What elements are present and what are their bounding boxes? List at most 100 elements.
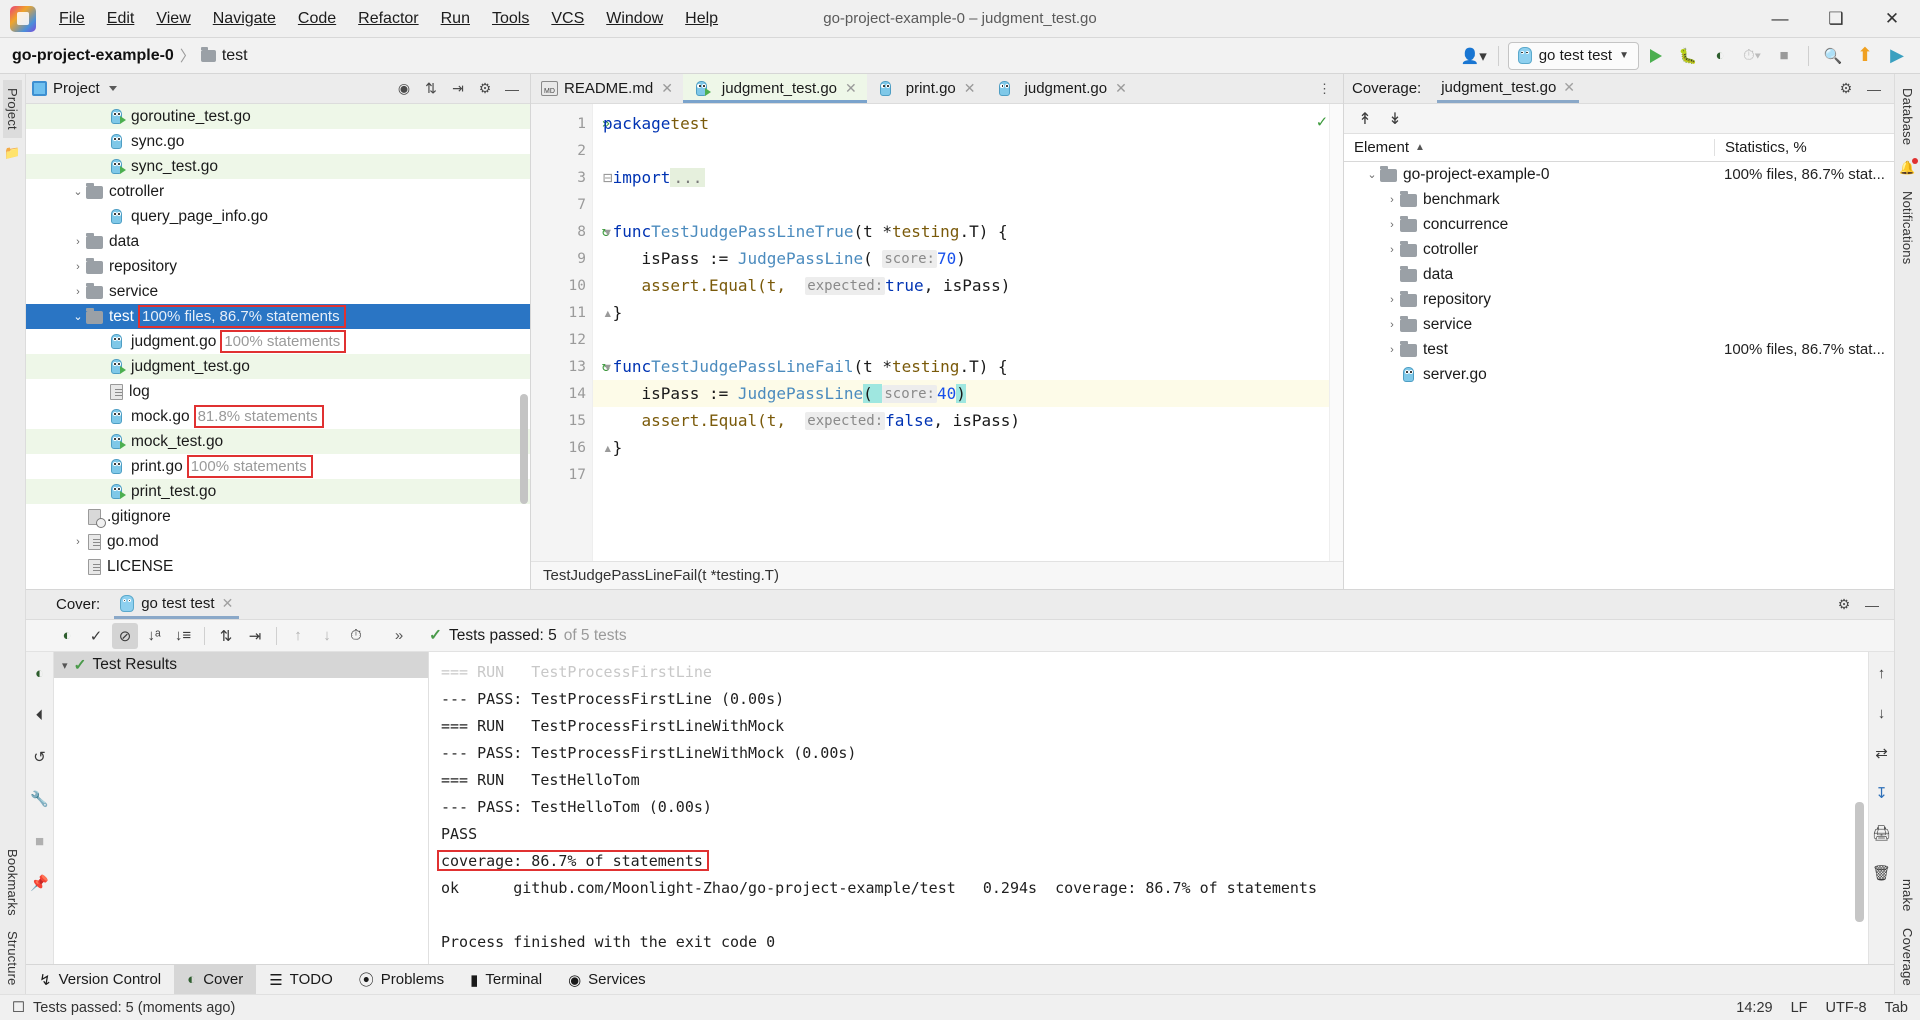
expand-all-icon[interactable]: ⇅ [213,623,239,649]
tool-tab-services[interactable]: ◉ Services [555,965,659,994]
tab-readme[interactable]: MD README.md ✕ [531,74,683,103]
fold-marker-icon[interactable]: ⊟ [603,168,613,187]
console-scrollbar[interactable] [1855,802,1864,922]
chevron-right-icon[interactable]: › [70,286,86,298]
gutter-line[interactable]: 2 [531,137,592,164]
close-icon[interactable]: ✕ [661,80,673,97]
tool-tab-cover[interactable]: ◐ Cover [174,965,257,994]
menu-vcs[interactable]: VCS [540,5,595,33]
coverage-tree-row[interactable]: › benchmark [1344,187,1894,212]
close-icon[interactable]: ✕ [222,595,234,612]
sidebar-tab-coverage[interactable]: Coverage [1898,920,1917,994]
menu-help[interactable]: Help [674,5,729,33]
menu-navigate[interactable]: Navigate [202,5,287,33]
soft-wrap-icon[interactable]: ⇄ [1869,740,1895,766]
status-encoding[interactable]: UTF-8 [1826,1000,1867,1016]
coverage-tree-row[interactable]: › concurrence [1344,212,1894,237]
close-icon[interactable]: ✕ [1563,79,1575,96]
coverage-tree-row[interactable]: › service [1344,312,1894,337]
project-tree-row[interactable]: query_page_info.go [26,204,530,229]
project-tree-row[interactable]: › go.mod [26,529,530,554]
chevron-down-icon[interactable]: ⌄ [70,310,86,323]
gutter-line[interactable]: 10 [531,272,592,299]
tool-tab-todo[interactable]: ☰ TODO [256,965,346,994]
show-passed-icon[interactable]: ✓ [83,623,109,649]
menu-bar[interactable]: File Edit View Navigate Code Refactor Ru… [48,5,729,33]
chevron-down-icon[interactable]: ⌄ [1364,168,1380,181]
project-tree-row[interactable]: print_test.go [26,479,530,504]
editor-gutter[interactable]: 1» 2 3 7 8 ↻ 9 10 11 12 13 ↻ 14 15 16 17 [531,104,610,561]
history-icon[interactable]: ⏱ [343,623,369,649]
close-icon[interactable]: ✕ [964,80,976,97]
gutter-line[interactable]: 8 ↻ [531,218,610,245]
breadcrumb-project[interactable]: go-project-example-0 [12,47,174,65]
project-tree[interactable]: goroutine_test.go sync.go sync_test.go ⌄ cot… [26,104,530,589]
account-icon[interactable]: 👤▾ [1459,42,1489,70]
sidebar-tab-notifications[interactable]: Notifications [1898,183,1917,272]
gutter-line[interactable]: 17 [531,461,592,488]
debug-icon[interactable]: 🐛 [1673,42,1703,70]
fold-marker-icon[interactable]: ▾ [603,222,613,241]
editor-breadcrumb[interactable]: TestJudgePassLineFail(t *testing.T) [531,561,1343,589]
project-tree-row[interactable]: sync_test.go [26,154,530,179]
maximize-button[interactable]: ❑ [1808,0,1864,38]
rerun-icon[interactable]: ◐ [27,660,53,686]
gutter-line[interactable]: 7 [531,191,592,218]
project-tree-row[interactable]: goroutine_test.go [26,104,530,129]
coverage-tree-row[interactable]: › test 100% files, 86.7% stat... [1344,337,1894,362]
run-configuration-selector[interactable]: go test test ▼ [1507,41,1639,70]
sort-by-duration-icon[interactable]: ↓≡ [170,623,196,649]
gutter-line[interactable]: 3 [531,164,592,191]
project-tree-row[interactable]: ⌄ test 100% files, 86.7% statements [26,304,530,329]
scroll-down-icon[interactable]: ↓ [1869,700,1895,726]
prev-failed-icon[interactable]: ↑ [285,623,311,649]
column-statistics[interactable]: Statistics, % [1714,139,1894,156]
collapse-all-icon[interactable]: ⇥ [242,623,268,649]
project-tree-row[interactable]: LICENSE [26,554,530,579]
sidebar-tab-bookmarks[interactable]: Bookmarks [3,841,22,924]
close-icon[interactable]: ✕ [1115,80,1127,97]
breadcrumb[interactable]: go-project-example-0 〉 test [12,45,248,66]
settings-gear-icon[interactable]: ⚙ [1834,78,1858,100]
chevron-right-icon[interactable]: › [70,236,86,248]
project-tree-row[interactable]: judgment.go 100% statements [26,329,530,354]
menu-view[interactable]: View [145,5,201,33]
settings-gear-icon[interactable]: ⚙ [1832,594,1856,616]
status-indent[interactable]: Tab [1885,1000,1908,1016]
structure-folder-icon[interactable]: 📁 [4,145,20,161]
project-tree-row[interactable]: › data [26,229,530,254]
coverage-tree-row[interactable]: › repository [1344,287,1894,312]
project-tree-row[interactable]: log [26,379,530,404]
tab-judgment[interactable]: judgment.go ✕ [986,74,1137,103]
pin-icon[interactable]: 📌 [27,870,53,896]
fold-marker-icon[interactable]: ▴ [603,438,613,457]
tool-tab-version-control[interactable]: ↯ Version Control [26,965,174,994]
chevron-right-icon[interactable]: › [1384,194,1400,206]
run-panel-tab[interactable]: go test test ✕ [114,591,240,619]
gutter-line[interactable]: 14 [531,380,592,407]
status-line-separator[interactable]: LF [1791,1000,1808,1016]
menu-refactor[interactable]: Refactor [347,5,429,33]
coverage-tree[interactable]: ⌄ go-project-example-0 100% files, 86.7% s… [1344,162,1894,589]
menu-tools[interactable]: Tools [481,5,540,33]
search-everywhere-icon[interactable]: 🔍 [1818,42,1848,70]
clear-all-icon[interactable]: 🗑 [1869,860,1895,886]
sort-alphabetically-icon[interactable]: ↓ᵃ [141,623,167,649]
scroll-up-icon[interactable]: ↑ [1869,660,1895,686]
hide-ignored-icon[interactable]: ⊘ [112,622,138,649]
project-tree-row[interactable]: › service [26,279,530,304]
project-tree-row[interactable]: ⌄ cotroller [26,179,530,204]
next-failed-icon[interactable]: ↓ [314,623,340,649]
project-tree-row[interactable]: judgment_test.go [26,354,530,379]
tool-tab-problems[interactable]: ⦿ Problems [346,965,457,994]
hide-icon[interactable]: — [1862,78,1886,100]
coverage-tree-row[interactable]: data [1344,262,1894,287]
coverage-tree-row[interactable]: › cotroller [1344,237,1894,262]
menu-edit[interactable]: Edit [96,5,146,33]
close-icon[interactable]: ✕ [845,80,857,97]
settings-gear-icon[interactable]: ⚙ [473,78,497,100]
coverage-tab[interactable]: judgment_test.go ✕ [1437,75,1579,103]
rerun-coverage-icon[interactable]: ◐ [54,623,80,649]
column-element[interactable]: Element ▲ [1344,139,1714,156]
sidebar-tab-make[interactable]: make [1898,871,1917,920]
